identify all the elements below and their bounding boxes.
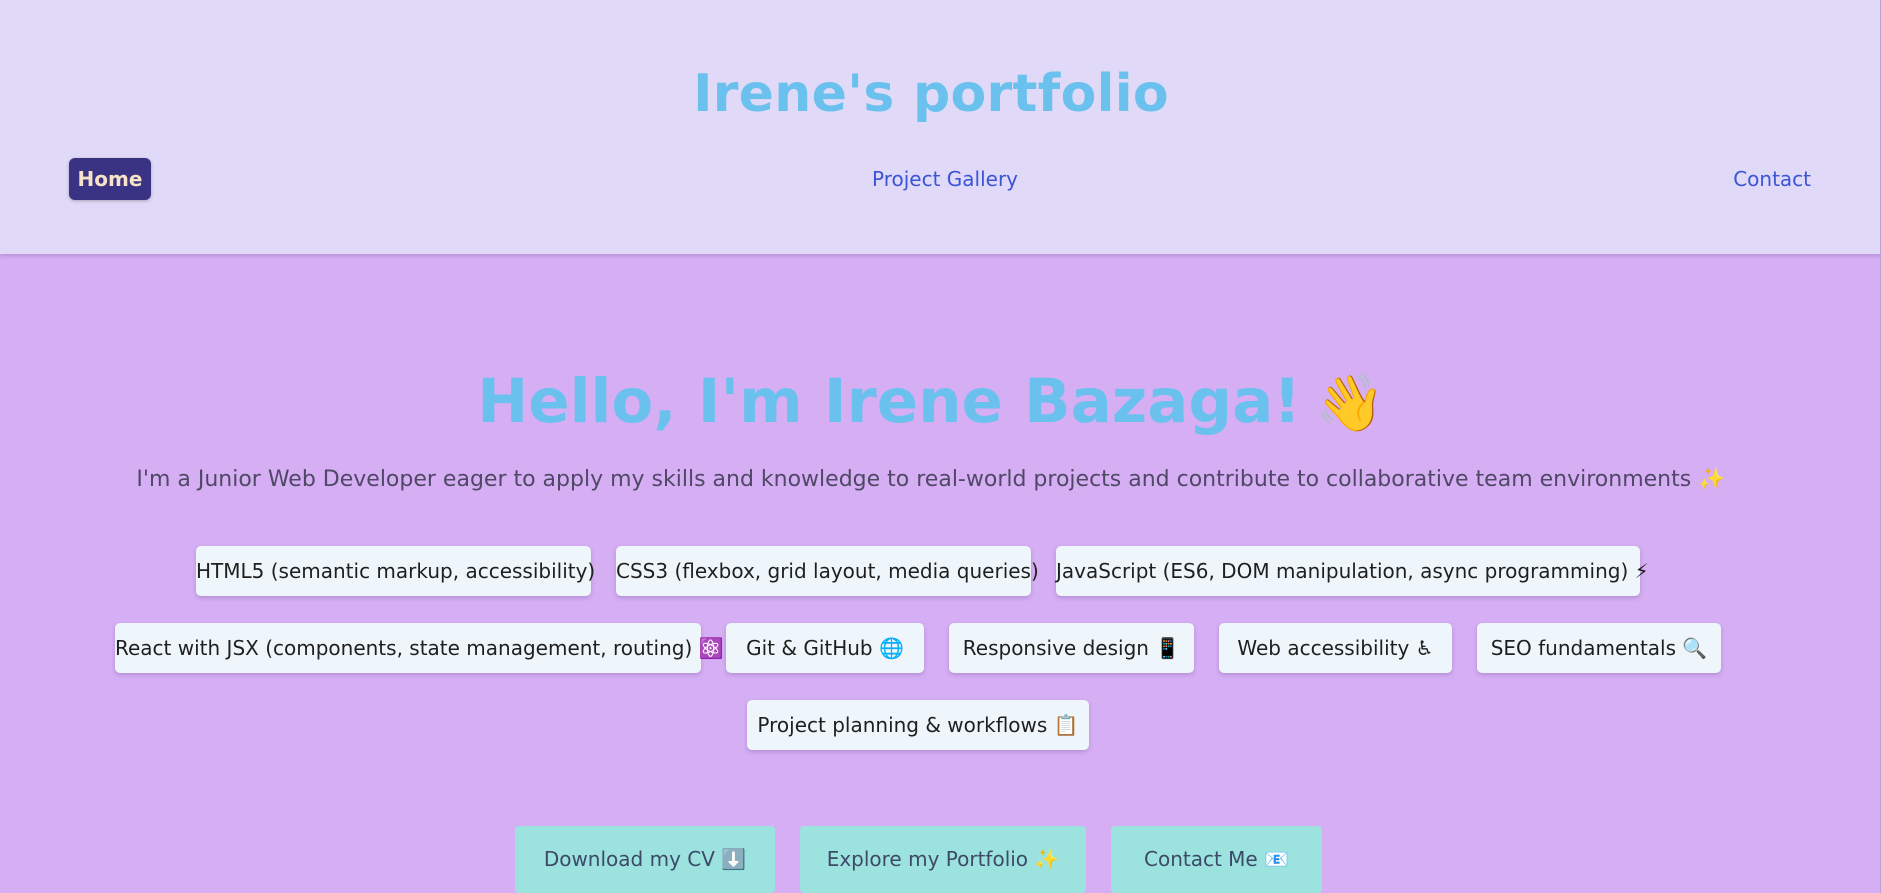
hero-heading-text: Hello, I'm Irene Bazaga! — [477, 366, 1302, 437]
site-header: Irene's portfolio Home Project Gallery C… — [0, 0, 1881, 254]
skill-chip-responsive: Responsive design 📱 — [949, 623, 1194, 673]
hero-subtitle: I'm a Junior Web Developer eager to appl… — [136, 467, 1726, 492]
skill-chip-react: React with JSX (components, state manage… — [115, 623, 724, 673]
download-cv-button[interactable]: Download my CV ⬇️ — [515, 826, 775, 893]
skill-chip-git: Git & GitHub 🌐 — [726, 623, 924, 673]
waving-hand-icon: 👋 — [1315, 371, 1385, 436]
skill-chip-javascript: JavaScript (ES6, DOM manipulation, async… — [1056, 546, 1649, 596]
hero-heading: Hello, I'm Irene Bazaga! 👋 — [0, 364, 1862, 442]
nav-project-gallery-link[interactable]: Project Gallery — [872, 158, 1018, 200]
skill-chip-css3: CSS3 (flexbox, grid layout, media querie… — [616, 546, 1039, 596]
nav-contact-link[interactable]: Contact — [1733, 158, 1811, 200]
explore-portfolio-button[interactable]: Explore my Portfolio ✨ — [800, 826, 1086, 893]
page: Irene's portfolio Home Project Gallery C… — [0, 0, 1881, 893]
nav-home-link[interactable]: Home — [69, 158, 151, 200]
skill-chip-accessibility: Web accessibility ♿ — [1219, 623, 1452, 673]
skill-chip-html5: HTML5 (semantic markup, accessibility) — [196, 546, 595, 596]
site-title: Irene's portfolio — [693, 64, 1169, 124]
skill-chip-seo: SEO fundamentals 🔍 — [1477, 623, 1721, 673]
contact-me-button[interactable]: Contact Me 📧 — [1111, 826, 1322, 893]
skill-chip-planning: Project planning & workflows 📋 — [747, 700, 1089, 750]
